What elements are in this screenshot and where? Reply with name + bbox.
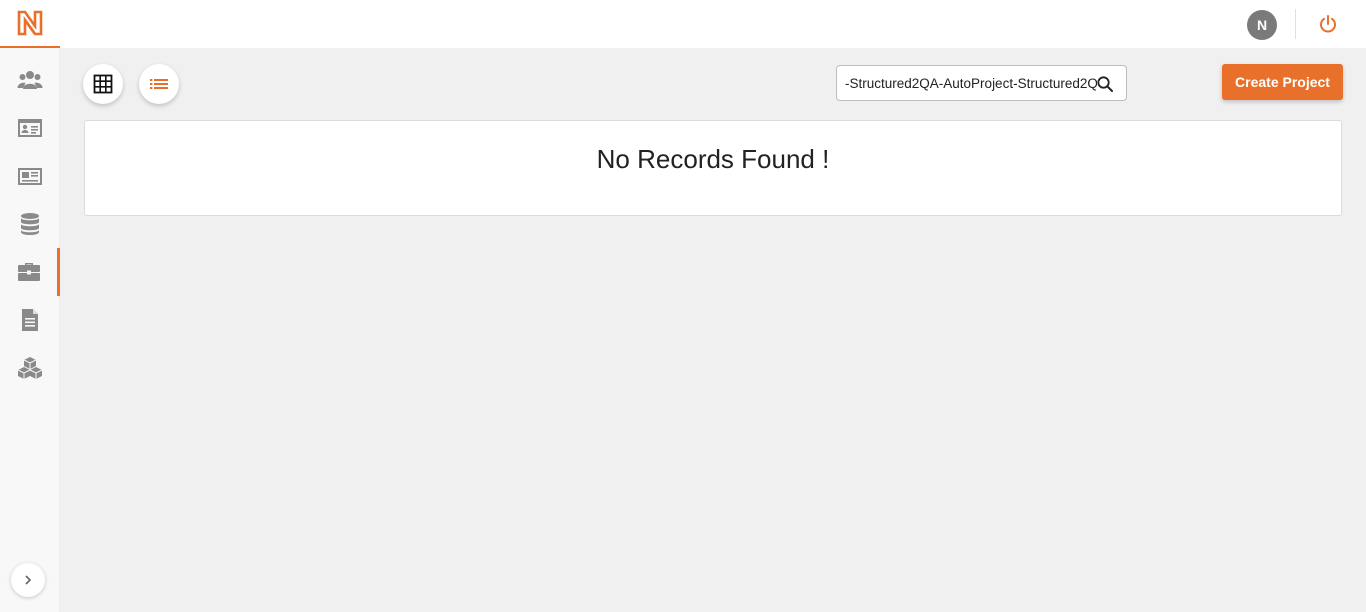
search-box [836,65,1127,101]
avatar[interactable]: N [1247,10,1277,40]
sidebar-item-projects[interactable] [0,248,60,296]
sidebar [0,0,60,612]
list-icon [150,79,168,89]
records-panel: No Records Found ! [84,120,1342,216]
n-logo-icon [17,10,43,36]
id-card-icon [18,119,42,137]
grid-view-button[interactable] [83,64,123,104]
database-icon [21,213,39,235]
create-project-button[interactable]: Create Project [1222,64,1343,100]
sidebar-item-users[interactable] [0,56,60,104]
sidebar-item-documents[interactable] [0,296,60,344]
grid-icon [93,74,113,94]
power-icon [1320,15,1336,33]
file-text-icon [22,309,38,331]
search-input[interactable] [845,66,1097,100]
sidebar-item-news[interactable] [0,152,60,200]
header-divider [1295,9,1296,39]
app-logo[interactable] [0,0,60,48]
briefcase-icon [17,263,40,281]
sidebar-item-data[interactable] [0,200,60,248]
list-view-button[interactable] [139,64,179,104]
cubes-icon [17,357,43,379]
sidebar-item-contacts[interactable] [0,104,60,152]
users-icon [17,71,43,89]
empty-state-message: No Records Found ! [596,144,830,174]
top-bar: N [60,0,1366,48]
chevron-right-icon [25,575,32,585]
sidebar-expand-button[interactable] [11,563,45,597]
logout-button[interactable] [1315,11,1341,37]
search-icon[interactable] [1096,75,1114,93]
sidebar-item-modules[interactable] [0,344,60,392]
newspaper-icon [18,168,42,185]
